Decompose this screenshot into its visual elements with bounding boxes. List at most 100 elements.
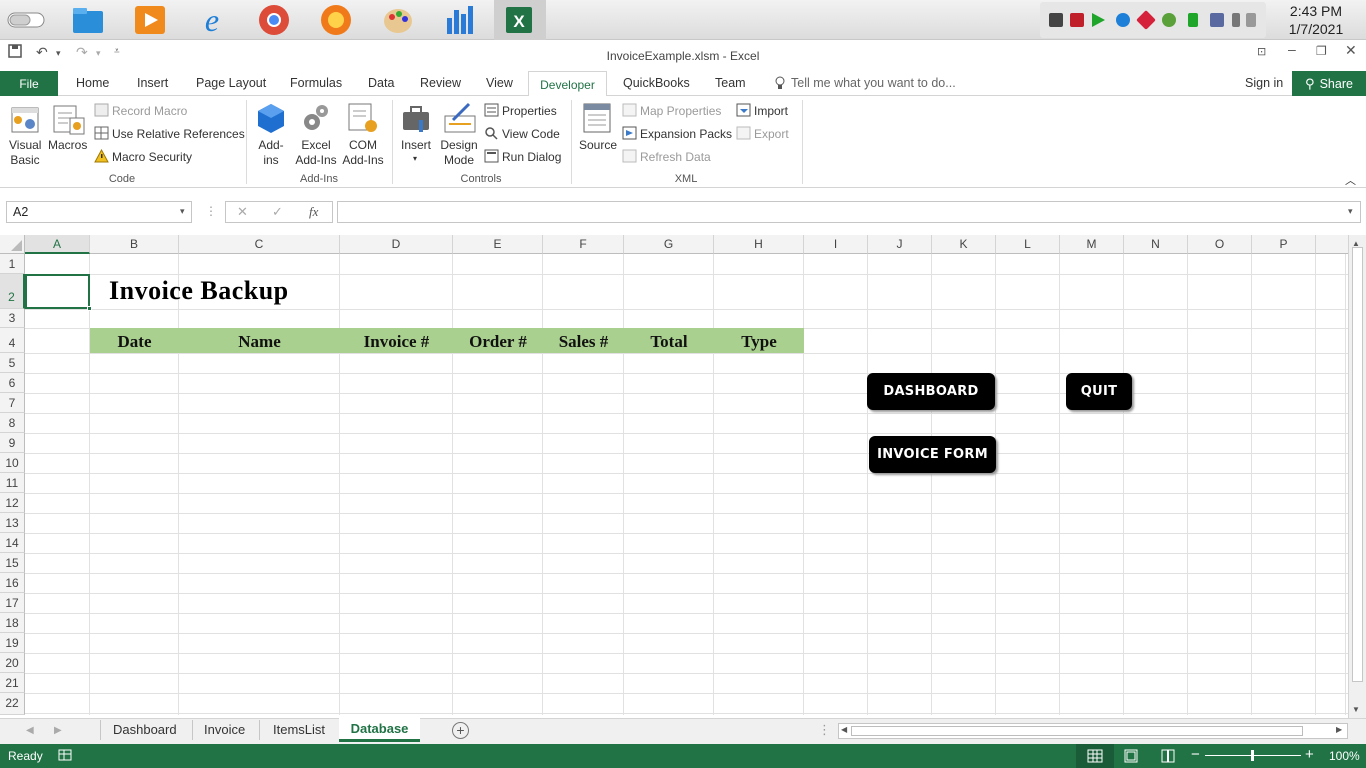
use-relative-references-button[interactable]: Use Relative References [112,127,245,141]
normal-view-button[interactable] [1076,744,1114,768]
row-header-7[interactable]: 7 [0,393,25,413]
collapse-ribbon-icon[interactable]: ︿ [1345,172,1356,188]
properties-button[interactable]: Properties [502,104,557,118]
column-header-b[interactable]: B [90,235,179,254]
record-macro-icon[interactable] [94,103,109,120]
macros-icon[interactable] [52,102,86,139]
quit-button[interactable]: QUIT [1066,373,1132,410]
bar-chart-app-icon[interactable] [444,4,476,36]
row-header-22[interactable]: 22 [0,693,25,715]
column-header-d[interactable]: D [340,235,453,254]
dashboard-button[interactable]: DASHBOARD [867,373,995,410]
row-header-2[interactable]: 2 [0,274,25,309]
folder-icon[interactable] [72,4,104,36]
sheet-tab-invoice[interactable]: Invoice [204,722,245,737]
row-header-15[interactable]: 15 [0,553,25,573]
tab-view[interactable]: View [486,76,513,90]
page-break-preview-icon[interactable] [1161,749,1175,766]
toggle-switch-icon[interactable] [6,4,46,36]
expansion-packs-button[interactable]: Expansion Packs [640,127,732,141]
pinwheel-icon[interactable] [1136,10,1156,30]
column-header-a[interactable]: A [25,235,90,254]
column-header-f[interactable]: F [543,235,624,254]
row-header-16[interactable]: 16 [0,573,25,593]
play-icon[interactable] [1092,13,1105,27]
column-header-g[interactable]: G [624,235,714,254]
tab-split-grip-icon[interactable]: ⋮ [818,722,831,738]
sign-in-link[interactable]: Sign in [1245,76,1283,90]
ribbon-display-options-icon[interactable]: ⊡ [1257,45,1266,58]
row-header-5[interactable]: 5 [0,353,25,373]
visual-basic-button[interactable]: Visual Basic [9,138,41,168]
xml-source-icon[interactable] [582,102,612,137]
expansion-packs-icon[interactable] [622,126,637,143]
tab-developer[interactable]: Developer [528,71,607,97]
design-mode-icon[interactable] [443,102,477,137]
prev-sheet-icon[interactable]: ◀ [26,725,34,736]
paint-palette-icon[interactable] [382,4,414,36]
add-sheet-icon[interactable]: + [452,722,469,739]
relative-references-icon[interactable] [94,126,109,143]
column-header-j[interactable]: J [868,235,932,254]
map-properties-icon[interactable] [622,103,637,120]
vertical-scroll-thumb[interactable] [1352,247,1363,682]
add-ins-button[interactable]: Add-ins [257,138,285,168]
record-macro-button[interactable]: Record Macro [112,104,187,118]
excel-add-ins-button[interactable]: Excel Add-Ins [293,138,339,168]
tab-file[interactable]: File [0,71,58,96]
row-header-13[interactable]: 13 [0,513,25,533]
source-button[interactable]: Source [579,138,617,152]
export-button[interactable]: Export [754,127,789,141]
firefox-icon[interactable] [320,4,352,36]
column-header-p[interactable]: P [1252,235,1316,254]
row-header-10[interactable]: 10 [0,453,25,473]
tab-review[interactable]: Review [420,76,461,90]
clock-time[interactable]: 2:43 PM [1270,3,1362,19]
column-header-m[interactable]: M [1060,235,1124,254]
row-header-4[interactable]: 4 [0,328,25,353]
zoom-out-icon[interactable]: − [1191,746,1200,763]
row-header-12[interactable]: 12 [0,493,25,513]
com-add-ins-button[interactable]: COM Add-Ins [340,138,386,168]
column-header-c[interactable]: C [179,235,340,254]
row-header-21[interactable]: 21 [0,673,25,693]
add-ins-icon[interactable] [256,102,286,137]
minimize-icon[interactable]: – [1288,41,1296,57]
horizontal-scroll-thumb[interactable] [851,726,1303,736]
close-icon[interactable]: ✕ [1345,42,1357,59]
app-tray-icon[interactable] [1070,13,1084,27]
column-header-e[interactable]: E [453,235,543,254]
shield-icon[interactable] [1162,13,1176,27]
toolbox-icon[interactable] [401,102,433,137]
column-header-o[interactable]: O [1188,235,1252,254]
import-button[interactable]: Import [754,104,788,118]
run-dialog-button[interactable]: Run Dialog [502,150,561,164]
fill-handle[interactable] [87,306,92,311]
export-icon[interactable] [736,126,751,143]
gears-icon[interactable] [300,102,330,137]
formula-input[interactable] [337,201,1361,223]
sheet-tab-dashboard[interactable]: Dashboard [113,722,177,737]
column-header-l[interactable]: L [996,235,1060,254]
excel-icon[interactable]: X [494,0,546,40]
column-header-h[interactable]: H [714,235,804,254]
media-player-icon[interactable] [134,4,166,36]
browser-tray-icon[interactable] [1116,13,1130,27]
tab-data[interactable]: Data [368,76,394,90]
zoom-slider-thumb[interactable] [1251,750,1254,761]
scroll-down-icon[interactable]: ▼ [1352,705,1360,714]
com-add-ins-icon[interactable] [347,102,379,137]
import-icon[interactable] [736,103,751,120]
clock-date[interactable]: 1/7/2021 [1270,21,1362,37]
row-header-6[interactable]: 6 [0,373,25,393]
share-button[interactable]: ⚲ Share [1292,71,1366,96]
network-icon[interactable] [1210,13,1224,27]
sheet-tab-itemslist[interactable]: ItemsList [273,722,325,737]
internet-explorer-icon[interactable]: e [196,4,228,36]
tell-me-search[interactable]: Tell me what you want to do... [791,76,956,90]
insert-function-icon[interactable]: fx [309,204,318,220]
row-header-14[interactable]: 14 [0,533,25,553]
view-code-icon[interactable] [484,126,499,143]
chrome-icon[interactable] [258,4,290,36]
row-header-3[interactable]: 3 [0,309,25,328]
